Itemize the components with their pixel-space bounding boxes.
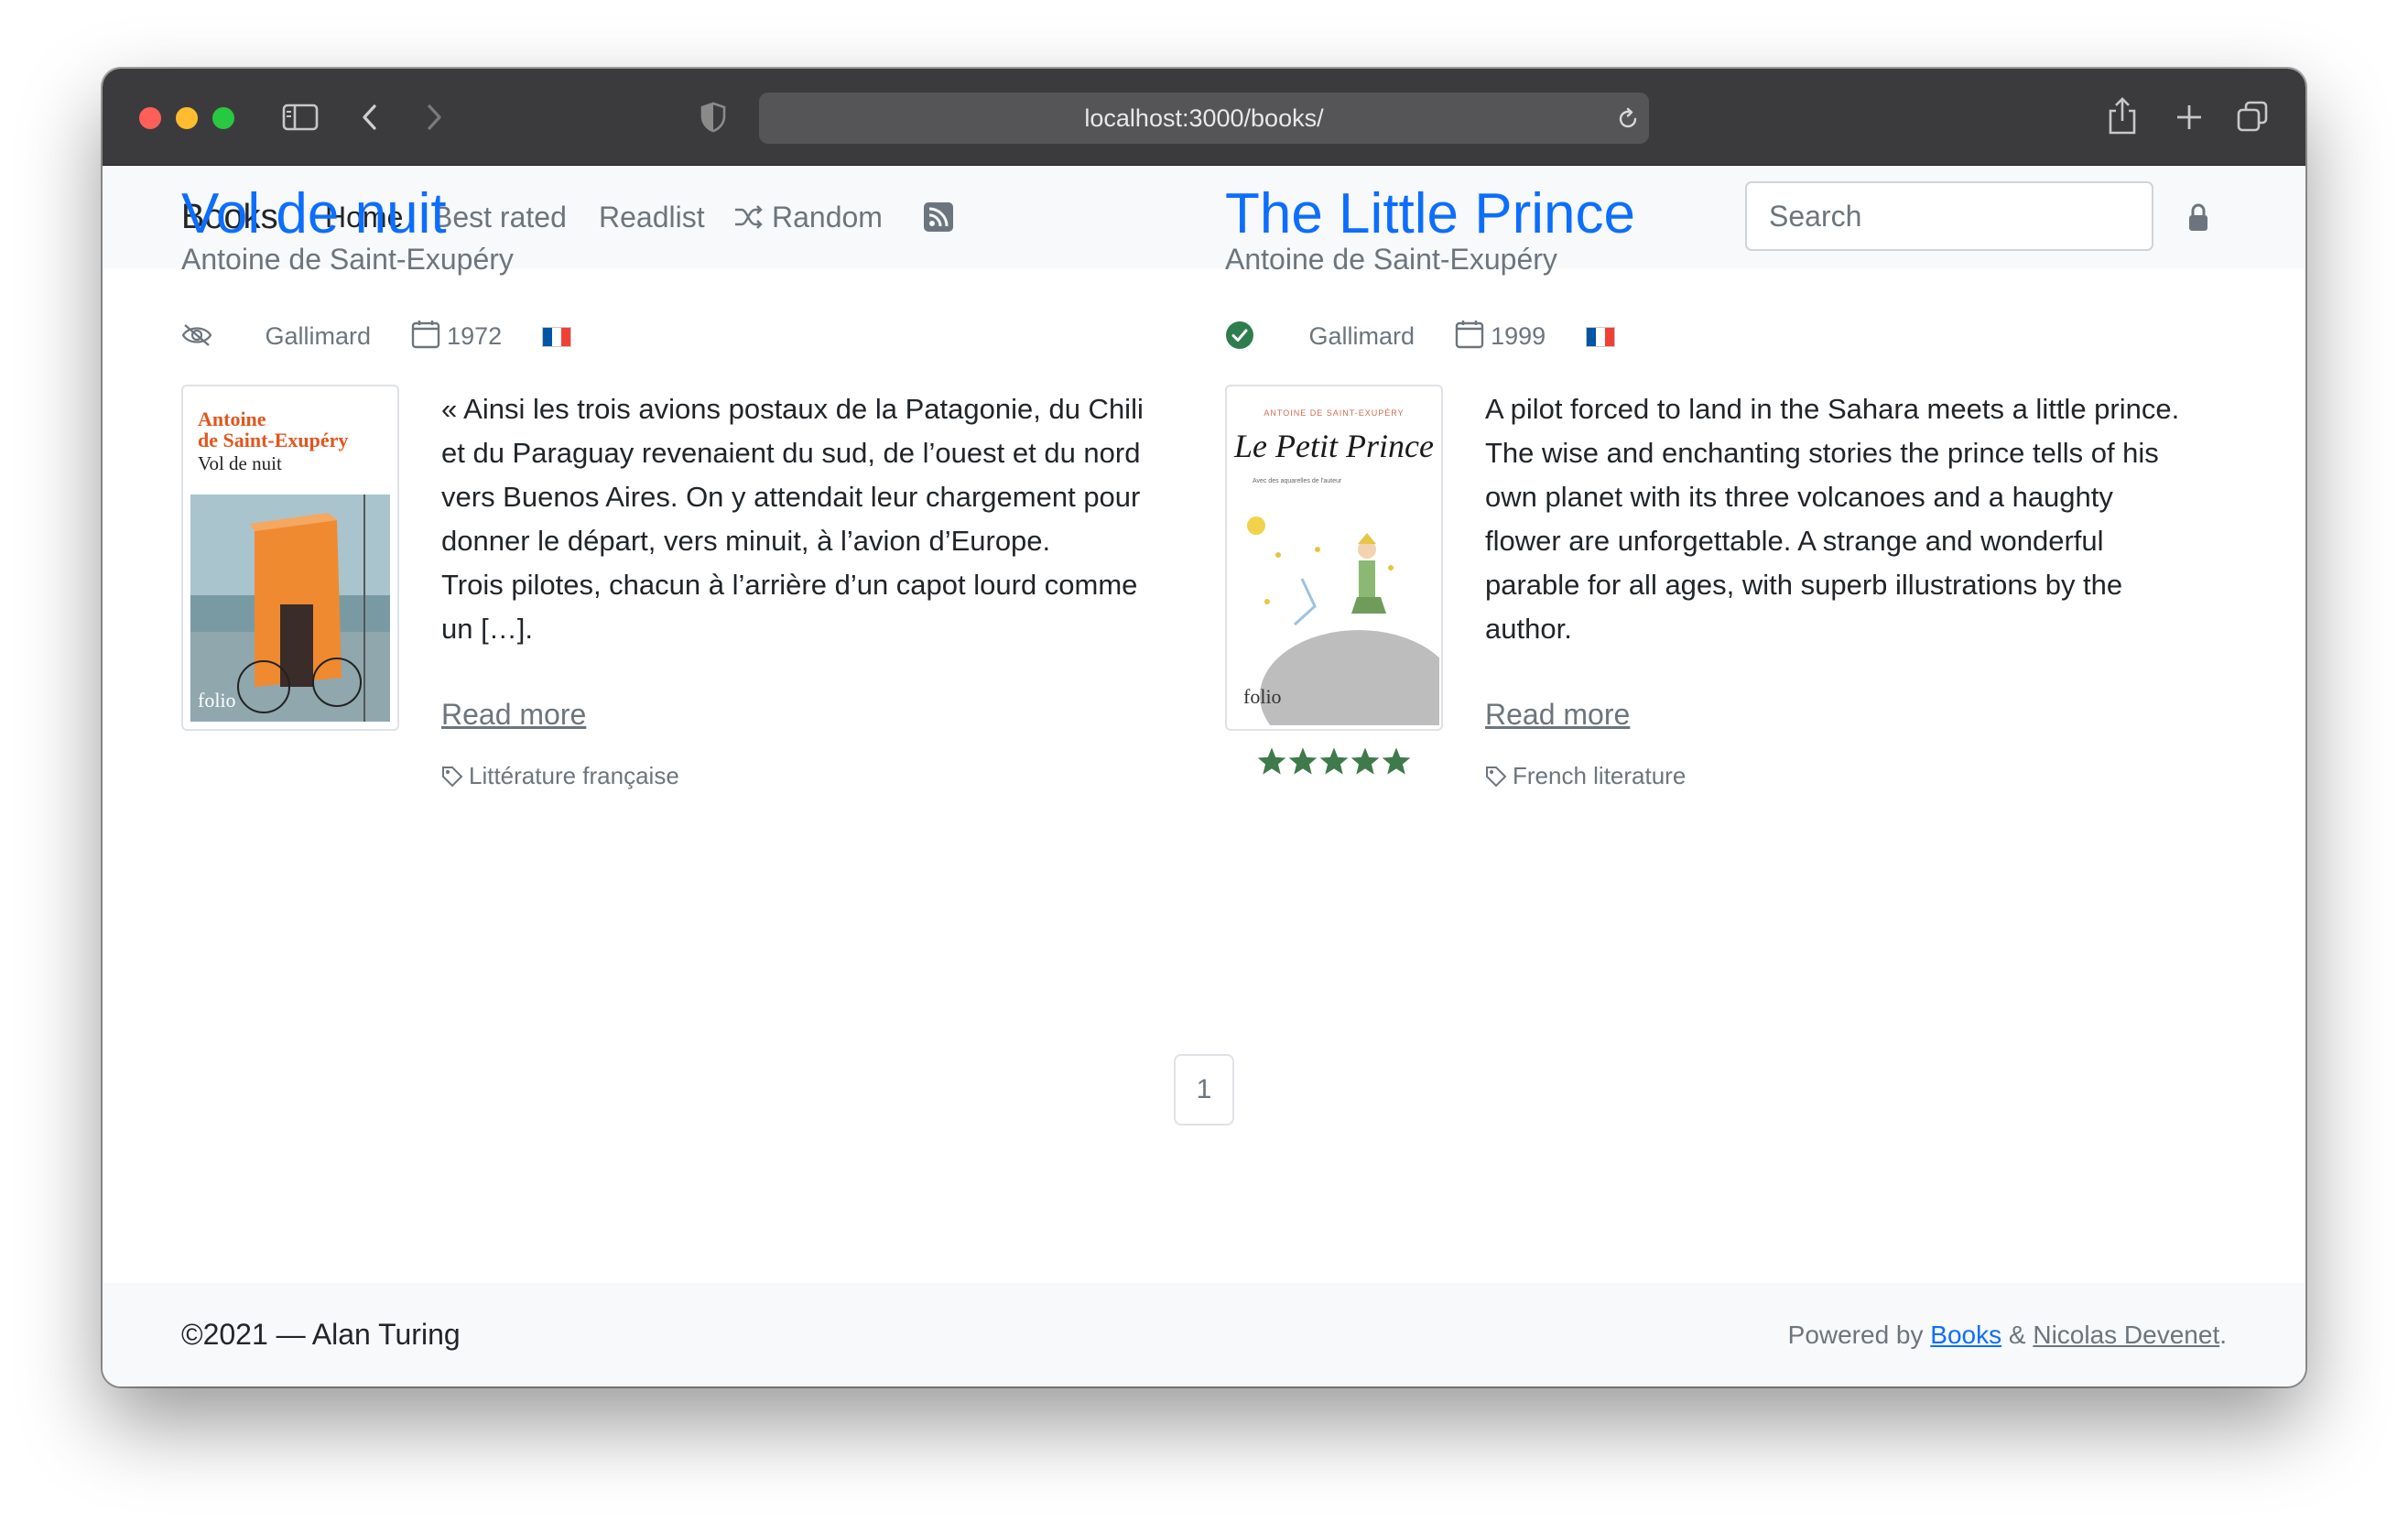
flag-fr-icon <box>1585 327 1615 347</box>
books-project-link[interactable]: Books <box>1930 1321 2001 1349</box>
book-author[interactable]: Antoine de Saint-Exupéry <box>1225 243 1557 277</box>
star-icon <box>1382 747 1411 775</box>
copyright: ©2021 — Alan Turing <box>181 1318 461 1351</box>
cover-publisher-mark: folio <box>198 689 236 712</box>
tag-icon <box>442 766 463 788</box>
powered-prefix: Powered by <box>1787 1321 1931 1349</box>
book-title-link[interactable]: Vol de nuit <box>181 182 447 246</box>
calendar-icon <box>411 321 439 349</box>
publisher[interactable]: Gallimard <box>1309 322 1416 350</box>
star-icon <box>1288 747 1318 775</box>
star-icon <box>1319 747 1349 775</box>
description-line: A pilot forced to land in the Sahara mee… <box>1485 393 2180 425</box>
description-line: author. <box>1485 613 1572 645</box>
flag-fr-icon <box>541 327 571 347</box>
cover-title: Vol de nuit <box>198 452 282 474</box>
year: 1972 <box>447 322 503 350</box>
tag-icon <box>1486 766 1507 788</box>
description-line: un […]. <box>441 613 533 645</box>
cover-top-text: ANTOINE DE SAINT-EXUPÉRY <box>1264 408 1405 418</box>
book-card: Vol de nuit Antoine de Saint-Exupéry Gal… <box>181 69 1188 789</box>
calendar-icon <box>1455 321 1483 349</box>
tag-label: Littérature française <box>469 762 679 789</box>
book-meta: Gallimard 1999 <box>1225 318 1615 354</box>
description-line: parable for all ages, with superb illust… <box>1485 569 2123 601</box>
author-link[interactable]: Nicolas Devenet <box>2033 1321 2219 1349</box>
book-description: A pilot forced to land in the Sahara mee… <box>1485 387 2227 651</box>
book-author[interactable]: Antoine de Saint-Exupéry <box>181 243 514 277</box>
tab-overview-icon[interactable] <box>2236 100 2269 133</box>
powered-by: Powered by Books & Nicolas Devenet. <box>1788 1283 2227 1386</box>
book-title-link[interactable]: The Little Prince <box>1225 182 1635 246</box>
cover-subtitle: Avec des aquarelles de l'auteur <box>1253 478 1342 484</box>
cover-illustration <box>190 495 390 722</box>
eye-slash-icon <box>181 324 212 346</box>
close-window-button[interactable] <box>139 107 161 129</box>
cover-author-line: de Saint-Exupéry <box>198 429 349 451</box>
year: 1999 <box>1491 322 1546 350</box>
rating-stars <box>1225 746 1443 780</box>
pagination-page-1[interactable]: 1 <box>1174 1054 1234 1125</box>
description-line: The wise and enchanting stories the prin… <box>1485 437 2159 469</box>
book-cover[interactable]: ANTOINE DE SAINT-EXUPÉRY Le Petit Prince… <box>1225 385 1443 731</box>
powered-suffix: . <box>2219 1321 2227 1349</box>
tag-label: French literature <box>1513 762 1687 789</box>
cover-title: Le Petit Prince <box>1234 428 1434 464</box>
check-circle-icon <box>1226 321 1253 349</box>
genre-tag[interactable]: French literature <box>1485 757 1686 794</box>
star-icon <box>1257 747 1286 775</box>
description-line: et du Paraguay revenaient du sud, de l’o… <box>441 437 1141 469</box>
description-line: flower are unforgettable. A strange and … <box>1485 525 2104 557</box>
powered-amp: & <box>2001 1321 2034 1349</box>
read-more-link[interactable]: Read more <box>441 698 586 732</box>
book-card: The Little Prince Antoine de Saint-Exupé… <box>1225 69 2232 789</box>
book-meta: Gallimard 1972 <box>181 318 571 354</box>
publisher[interactable]: Gallimard <box>266 322 372 350</box>
read-more-link[interactable]: Read more <box>1485 698 1630 732</box>
book-description: « Ainsi les trois avions postaux de la P… <box>441 387 1183 651</box>
description-line: Trois pilotes, chacun à l’arrière d’un c… <box>441 569 1138 601</box>
browser-window: localhost:3000/books/ Books Home Best ra… <box>103 69 2305 1386</box>
cover-publisher-mark: folio <box>1243 685 1282 708</box>
site-footer: ©2021 — Alan Turing Powered by Books & N… <box>103 1283 2305 1386</box>
star-icon <box>1350 747 1380 775</box>
description-line: vers Buenos Aires. On y attendait leur c… <box>441 481 1141 513</box>
cover-author-line: Antoine <box>198 408 266 430</box>
genre-tag[interactable]: Littérature française <box>441 757 679 794</box>
description-line: own planet with its three volcanoes and … <box>1485 481 2113 513</box>
book-cover[interactable]: Antoine de Saint-Exupéry Vol de nuit fol… <box>181 385 399 731</box>
description-line: « Ainsi les trois avions postaux de la P… <box>441 393 1144 425</box>
description-line: donner le départ, vers minuit, à l’avion… <box>441 525 1051 557</box>
